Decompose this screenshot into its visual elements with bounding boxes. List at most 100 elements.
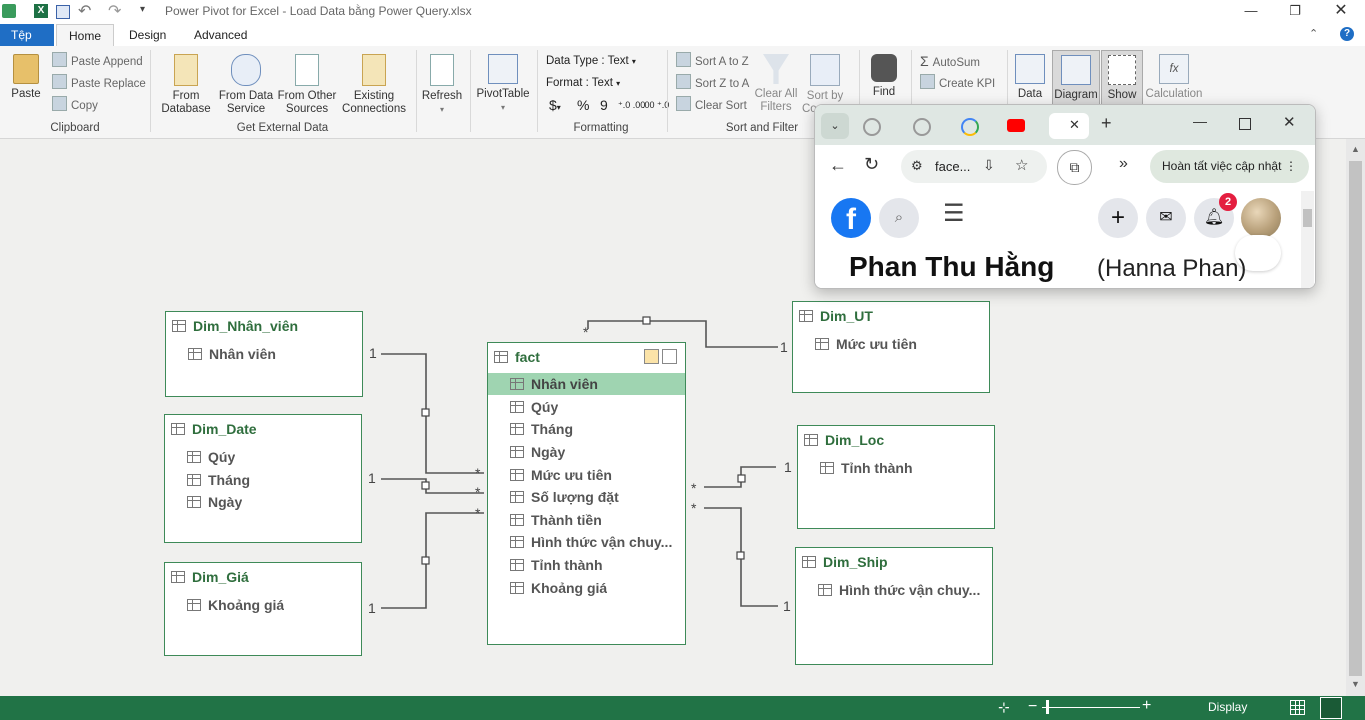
back-icon[interactable]: ← (829, 155, 847, 176)
grid-view-icon[interactable] (1290, 700, 1305, 715)
percent-button[interactable]: % (577, 96, 589, 114)
scroll-up-icon[interactable]: ▲ (1351, 144, 1360, 154)
site-settings-icon[interactable]: ⚙ (911, 158, 923, 174)
currency-button[interactable]: $▾ (549, 96, 561, 114)
paste-replace-button[interactable]: Paste Replace (52, 74, 146, 92)
chrome-tab[interactable] (907, 113, 943, 139)
table-column[interactable]: Mức ưu tiên (815, 336, 917, 352)
excel-icon[interactable]: X (34, 4, 48, 18)
table-column[interactable]: Ngày (510, 444, 565, 460)
table-column[interactable]: Nhân viên (488, 373, 685, 395)
table-dim-ship[interactable]: Dim_Ship Hình thức vận chuy... (795, 547, 993, 665)
clear-sort-button[interactable]: Clear Sort (676, 96, 747, 114)
fb-search-icon[interactable]: ⌕ (879, 198, 919, 238)
diagram-view-button[interactable]: Diagram (1052, 50, 1100, 108)
avatar[interactable] (1241, 198, 1281, 238)
table-title[interactable]: Dim_Giá (171, 569, 249, 585)
table-column[interactable]: Hình thức vận chuy... (818, 582, 988, 598)
extensions-icon[interactable]: ⧉ (1057, 150, 1092, 185)
table-column[interactable]: Hình thức vận chuy... (510, 534, 680, 550)
table-dim-date[interactable]: Dim_Date Qúy Tháng Ngày (164, 414, 362, 543)
kebab-menu-icon[interactable]: ⋮ (1285, 150, 1297, 183)
data-view-button[interactable]: Data (1010, 54, 1050, 101)
table-dim-gia[interactable]: Dim_Giá Khoảng giá (164, 562, 362, 656)
from-other-sources-button[interactable]: From Other Sources (276, 54, 338, 116)
table-column[interactable]: Mức ưu tiên (510, 467, 612, 483)
table-column[interactable]: Tỉnh thành (510, 557, 603, 573)
table-fact[interactable]: fact Nhân viên Qúy Tháng Ngày Mức ưu tiê… (487, 342, 686, 645)
chrome-tab[interactable] (1003, 113, 1039, 139)
table-dim-nhan-vien[interactable]: Dim_Nhân_viên Nhân viên (165, 311, 363, 397)
table-column[interactable]: Khoảng giá (187, 597, 284, 613)
scroll-down-icon[interactable]: ▼ (1351, 679, 1360, 689)
minimize-icon[interactable]: — (1228, 0, 1274, 24)
help-icon[interactable]: ? (1340, 27, 1354, 41)
quick-access-dropdown-icon[interactable]: ▾ (140, 4, 145, 15)
tab-file[interactable]: Tệp (0, 24, 54, 46)
table-title[interactable]: fact (494, 349, 540, 365)
from-data-service-button[interactable]: From Data Service (216, 54, 276, 116)
table-column[interactable]: Khoảng giá (510, 580, 607, 596)
table-column[interactable]: Số lượng đặt (510, 489, 619, 505)
clear-all-filters-button[interactable]: Clear All Filters (752, 54, 800, 114)
chrome-tab-active[interactable]: ✕ (1049, 113, 1089, 139)
table-title[interactable]: Dim_Loc (804, 432, 884, 448)
fit-to-screen-icon[interactable]: ⊹ (998, 699, 1010, 716)
table-column[interactable]: Tháng (510, 421, 573, 437)
calculation-area-button[interactable]: fx Calculation (1143, 54, 1205, 101)
tab-design[interactable]: Design (117, 24, 178, 46)
install-icon[interactable]: ⇩ (983, 157, 995, 174)
comma-button[interactable]: 9 (600, 96, 608, 114)
sort-z-to-a-button[interactable]: Sort Z to A (676, 74, 749, 92)
paste-button[interactable]: Paste (6, 54, 46, 101)
create-icon[interactable]: + (1098, 198, 1138, 238)
table-title[interactable]: Dim_Date (171, 421, 257, 437)
scrollbar-thumb[interactable] (1303, 209, 1312, 227)
zoom-in-icon[interactable]: + (1142, 697, 1151, 715)
close-icon[interactable]: ✕ (1318, 0, 1364, 24)
show-hidden-button[interactable]: Show (1101, 50, 1143, 108)
from-database-button[interactable]: From Database (154, 54, 218, 116)
table-column[interactable]: Tháng (187, 472, 250, 488)
pivottable-button[interactable]: PivotTable ▾ (474, 54, 532, 114)
copy-button[interactable]: Copy (52, 96, 98, 114)
reload-icon[interactable]: ↻ (864, 154, 879, 175)
chrome-minimize-icon[interactable]: — (1193, 113, 1207, 129)
table-title[interactable]: Dim_Nhân_viên (172, 318, 298, 334)
vertical-scrollbar[interactable]: ▲ ▼ (1346, 139, 1365, 696)
table-title[interactable]: Dim_UT (799, 308, 873, 324)
decrease-decimal-button[interactable]: .00 ⁺.0 (642, 96, 669, 114)
maximize-table-icon[interactable] (644, 349, 659, 364)
paste-append-button[interactable]: Paste Append (52, 52, 143, 70)
diagram-view-status-icon[interactable] (1320, 697, 1342, 719)
tab-close-icon[interactable]: ✕ (1069, 117, 1080, 133)
table-column[interactable]: Ngày (187, 494, 242, 510)
format-dropdown[interactable]: Format : Text ▾ (546, 74, 620, 92)
bookmark-star-icon[interactable]: ☆ (1015, 156, 1028, 174)
tab-advanced[interactable]: Advanced (182, 24, 259, 46)
find-button[interactable]: Find (864, 54, 904, 99)
tab-search-icon[interactable]: ⌄ (821, 113, 849, 139)
autosum-button[interactable]: Σ AutoSum (920, 52, 980, 70)
restore-table-icon[interactable] (662, 349, 677, 364)
table-dim-loc[interactable]: Dim_Loc Tỉnh thành (797, 425, 995, 529)
chrome-tab[interactable] (955, 113, 991, 139)
data-type-dropdown[interactable]: Data Type : Text ▾ (546, 52, 636, 70)
chevron-right-icon[interactable]: » (1119, 155, 1128, 173)
table-column[interactable]: Qúy (187, 449, 235, 465)
hamburger-menu-icon[interactable]: ☰ (943, 199, 965, 228)
facebook-logo[interactable]: f (831, 198, 871, 238)
zoom-slider[interactable] (1042, 707, 1140, 708)
redo-icon[interactable]: ↷ (108, 1, 121, 21)
save-icon[interactable] (56, 5, 70, 19)
table-column[interactable]: Qúy (510, 399, 558, 415)
zoom-slider-thumb[interactable] (1046, 700, 1049, 714)
existing-connections-button[interactable]: Existing Connections (338, 54, 410, 116)
update-button[interactable]: Hoàn tất việc cập nhật ⋮ (1150, 150, 1309, 183)
table-column[interactable]: Thành tiền (510, 512, 602, 528)
chrome-close-icon[interactable]: ✕ (1283, 113, 1296, 131)
tab-home[interactable]: Home (56, 24, 115, 46)
chrome-tab[interactable] (857, 113, 893, 139)
zoom-out-icon[interactable]: − (1028, 698, 1037, 716)
collapse-ribbon-icon[interactable]: ⌃ (1309, 27, 1318, 40)
